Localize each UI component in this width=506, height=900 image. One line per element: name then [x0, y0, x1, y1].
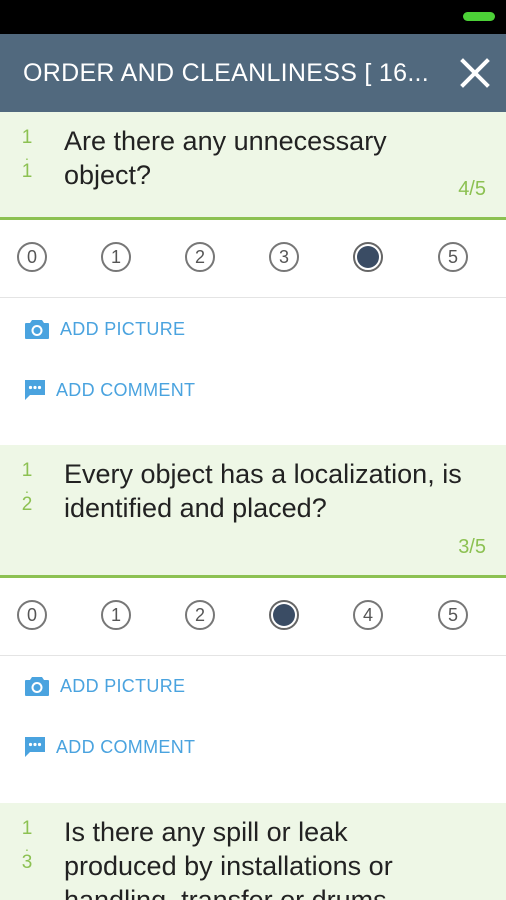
- add-picture-button[interactable]: ADD PICTURE: [24, 315, 185, 343]
- rating-option-1[interactable]: 1: [101, 600, 131, 630]
- question-number-dot: .: [25, 147, 29, 163]
- question-card: 1 . 3 Is there any spill or leak produce…: [0, 803, 506, 900]
- add-comment-button[interactable]: ADD COMMENT: [24, 733, 195, 761]
- rating-row: 0 1 2 3 5: [0, 220, 506, 298]
- question-card: 1 . 1 Are there any unnecessary object? …: [0, 112, 506, 220]
- question-text: Are there any unnecessary object?: [64, 126, 387, 190]
- question-number-major: 1: [21, 460, 33, 481]
- rating-option-label: 2: [194, 246, 205, 267]
- question-number-minor: 3: [21, 852, 33, 873]
- rating-option-0[interactable]: 0: [17, 600, 47, 630]
- rating-option-5[interactable]: 5: [438, 600, 468, 630]
- rating-option-2[interactable]: 2: [185, 242, 215, 272]
- rating-option-5[interactable]: 5: [438, 242, 468, 272]
- question-text: Is there any spill or leak produced by i…: [64, 817, 410, 900]
- close-icon: [460, 58, 490, 88]
- page-title: ORDER AND CLEANLINESS [ 16...: [23, 58, 430, 87]
- rating-option-3-selected[interactable]: [269, 600, 299, 630]
- add-comment-label: ADD COMMENT: [56, 379, 196, 400]
- question-number-major: 1: [21, 818, 33, 839]
- question-number-major: 1: [21, 127, 33, 148]
- app-bar: ORDER AND CLEANLINESS [ 16...: [0, 34, 506, 112]
- question-number: 1 . 3: [20, 817, 34, 875]
- add-comment-button[interactable]: ADD COMMENT: [24, 376, 195, 404]
- rating-option-4[interactable]: 4: [353, 600, 383, 630]
- add-comment-label: ADD COMMENT: [56, 736, 196, 757]
- comment-icon: [25, 737, 45, 757]
- rating-option-3[interactable]: 3: [269, 242, 299, 272]
- question-number-dot: .: [25, 480, 29, 496]
- rating-row: 0 1 2 4 5: [0, 578, 506, 656]
- camera-icon: [25, 320, 49, 339]
- rating-option-label: 5: [447, 604, 458, 625]
- selected-radio-dot: [357, 246, 379, 268]
- add-picture-button[interactable]: ADD PICTURE: [24, 672, 185, 700]
- status-bar: [0, 0, 506, 34]
- battery-icon: [463, 12, 495, 21]
- comment-icon: [25, 380, 45, 400]
- rating-option-label: 3: [278, 246, 289, 267]
- selected-radio-dot: [273, 604, 295, 626]
- rating-option-label: 2: [194, 604, 205, 625]
- rating-option-1[interactable]: 1: [101, 242, 131, 272]
- question-number: 1 . 2: [20, 459, 34, 517]
- rating-option-label: 0: [26, 246, 37, 267]
- close-button[interactable]: [444, 34, 506, 112]
- camera-icon: [25, 677, 49, 696]
- question-score: 4/5: [458, 178, 486, 200]
- question-number-minor: 2: [21, 494, 33, 515]
- question-number: 1 . 1: [20, 126, 34, 184]
- question-card: 1 . 2 Every object has a localization, i…: [0, 445, 506, 578]
- rating-option-4-selected[interactable]: [353, 242, 383, 272]
- rating-option-label: 1: [110, 604, 121, 625]
- question-text: Every object has a localization, is iden…: [64, 459, 462, 523]
- question-number-minor: 1: [21, 161, 33, 182]
- rating-option-2[interactable]: 2: [185, 600, 215, 630]
- question-score: 3/5: [458, 536, 486, 558]
- rating-option-label: 5: [447, 246, 458, 267]
- rating-option-label: 0: [26, 604, 37, 625]
- rating-option-label: 1: [110, 246, 121, 267]
- add-picture-label: ADD PICTURE: [60, 675, 186, 696]
- rating-option-label: 4: [362, 604, 373, 625]
- rating-option-0[interactable]: 0: [17, 242, 47, 272]
- add-picture-label: ADD PICTURE: [60, 318, 186, 339]
- question-number-dot: .: [25, 838, 29, 854]
